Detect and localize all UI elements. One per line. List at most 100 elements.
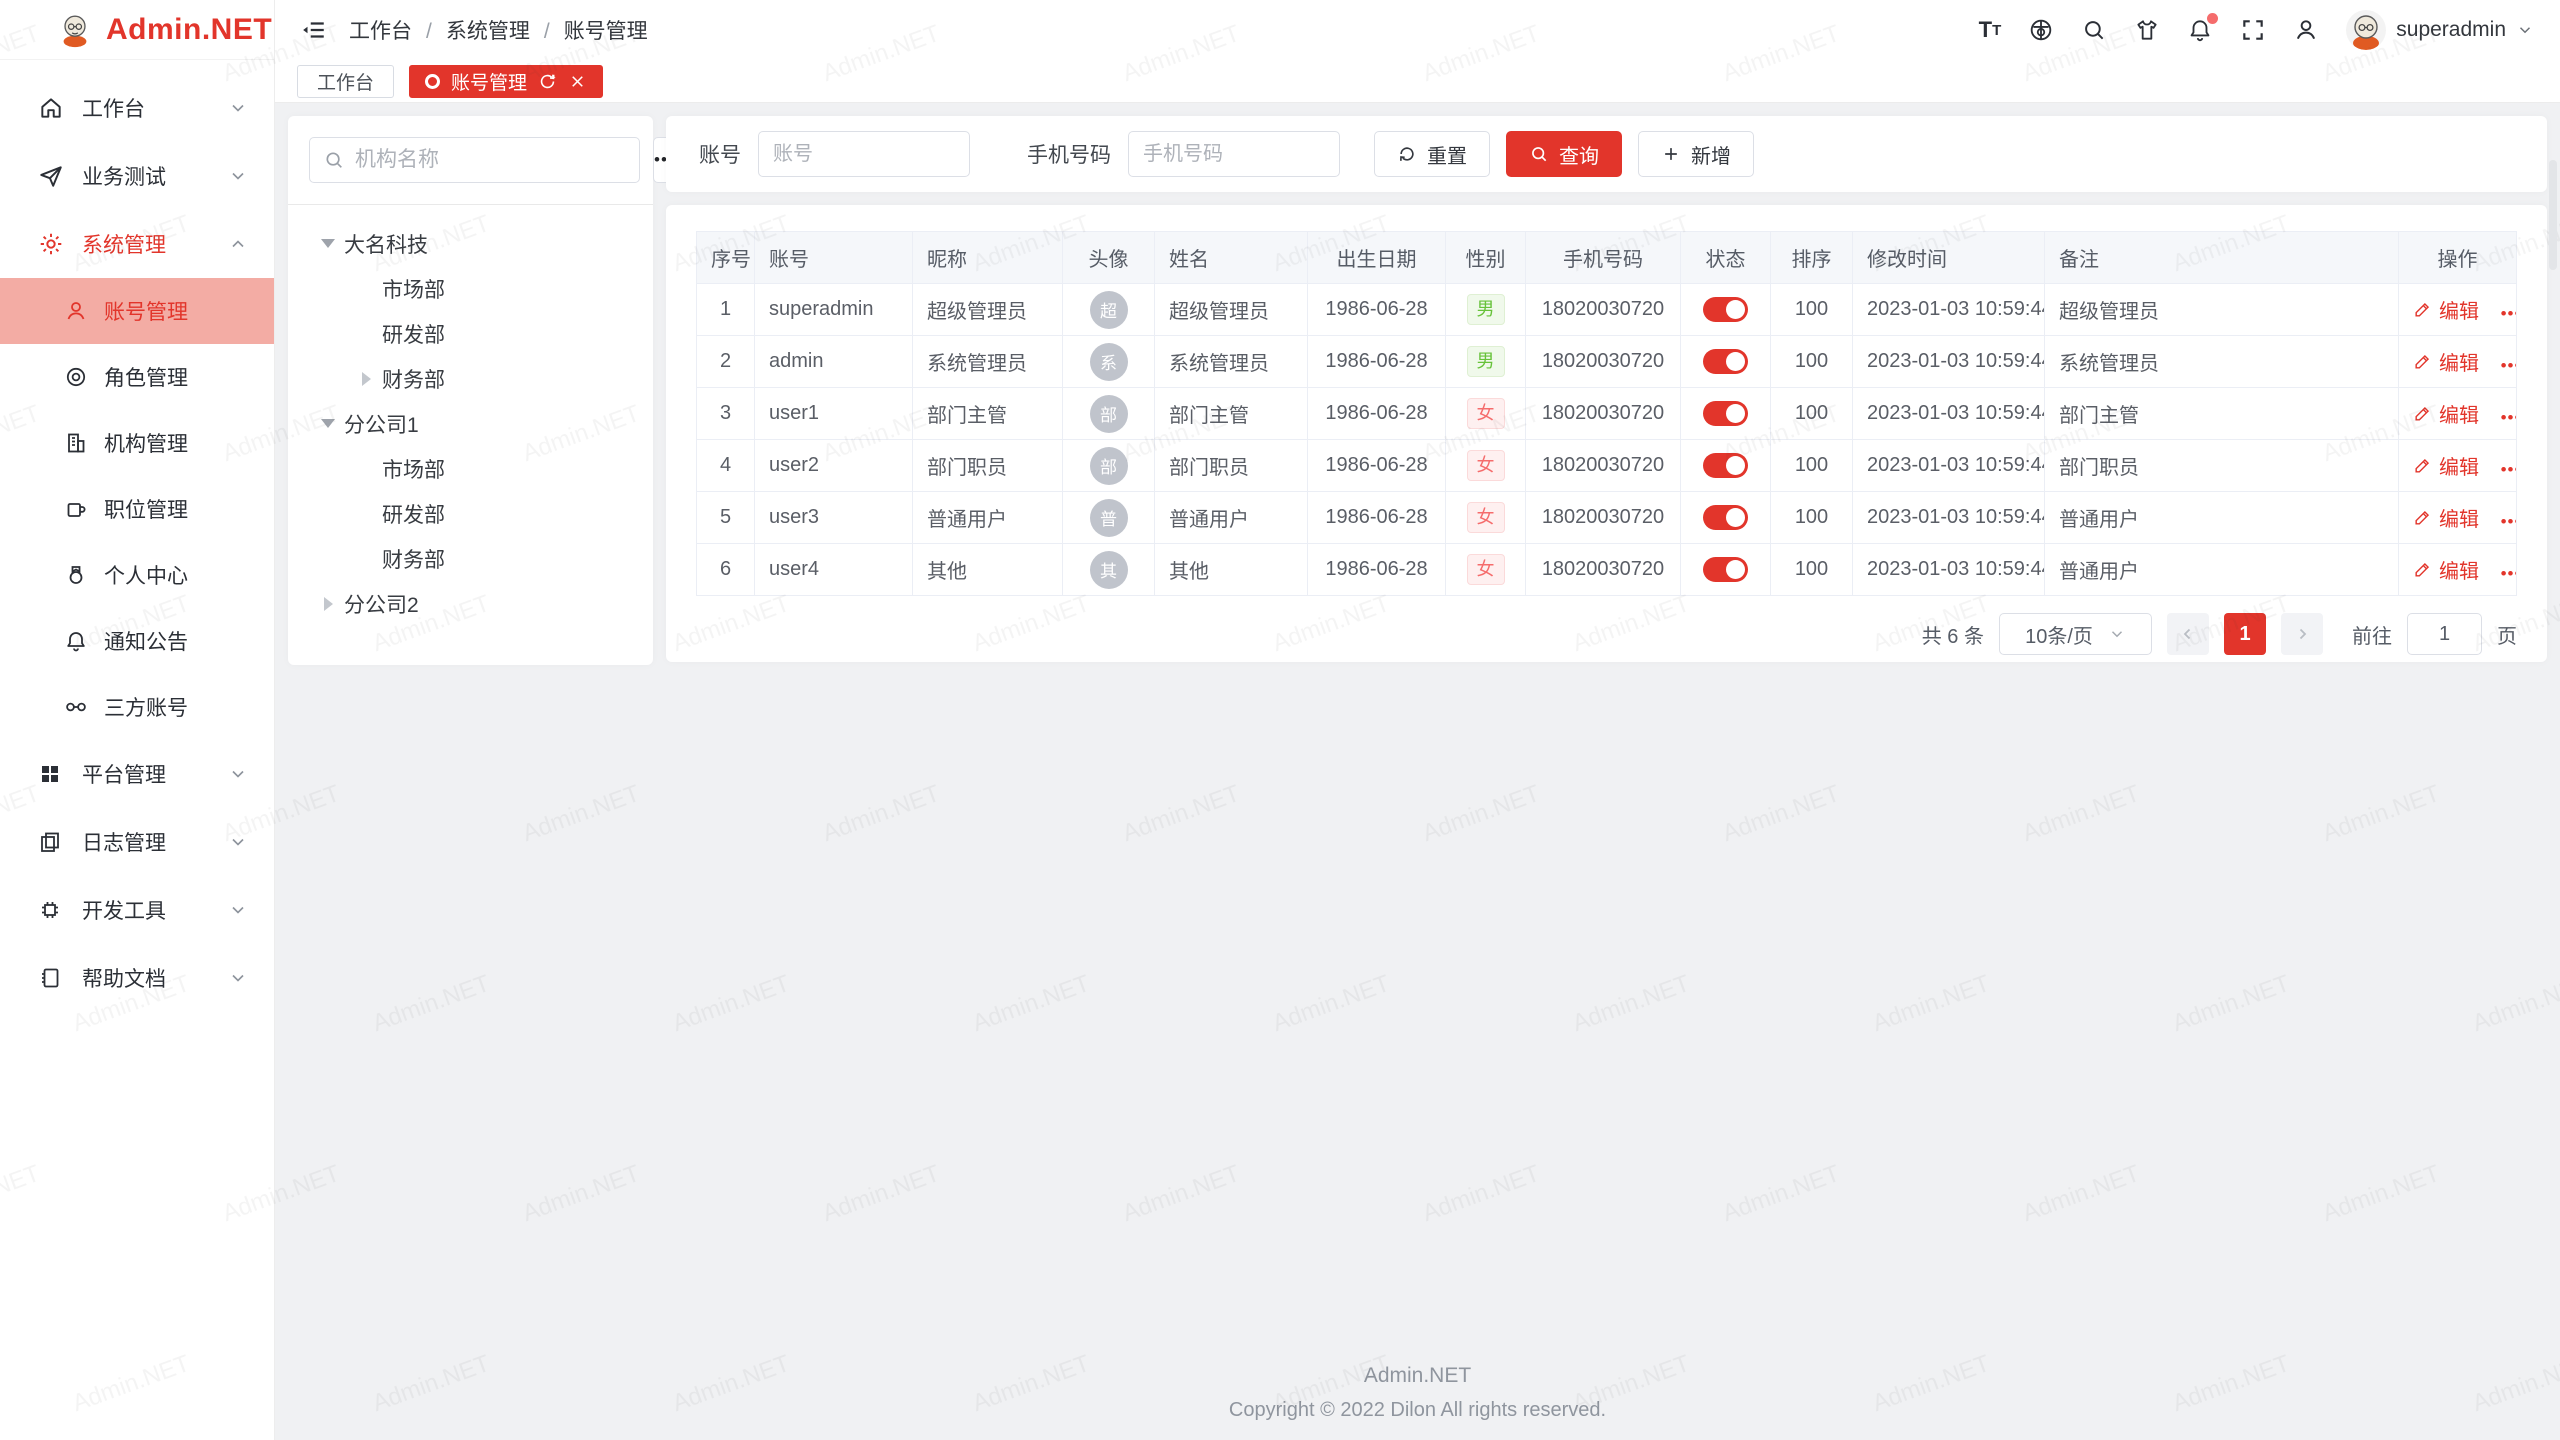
cell-order: 100 xyxy=(1771,388,1853,440)
row-more-button[interactable]: ••• xyxy=(2501,304,2517,323)
edit-button[interactable]: 编辑 xyxy=(2413,295,2479,324)
edit-button[interactable]: 编辑 xyxy=(2413,503,2479,532)
column-header[interactable]: 性别 xyxy=(1446,232,1526,284)
tree-caret-icon[interactable] xyxy=(312,597,344,611)
breadcrumb-item[interactable]: 工作台 xyxy=(349,15,412,45)
sidebar-item-system[interactable]: 系统管理 xyxy=(0,210,274,278)
status-toggle[interactable] xyxy=(1703,349,1748,374)
column-header[interactable]: 手机号码 xyxy=(1526,232,1681,284)
query-button[interactable]: 查询 xyxy=(1506,131,1622,177)
tree-node[interactable]: 大名科技 xyxy=(298,221,643,266)
column-header[interactable]: 状态 xyxy=(1681,232,1771,284)
sidebar-item-profile-center[interactable]: 个人中心 xyxy=(0,542,274,608)
sidebar-item-devtools[interactable]: 开发工具 xyxy=(0,876,274,944)
column-header[interactable]: 昵称 xyxy=(913,232,1063,284)
edit-button[interactable]: 编辑 xyxy=(2413,451,2479,480)
sidebar-item-thirdparty[interactable]: 三方账号 xyxy=(0,674,274,740)
next-page-button[interactable] xyxy=(2281,613,2323,655)
column-header[interactable]: 修改时间 xyxy=(1853,232,2045,284)
status-toggle[interactable] xyxy=(1703,505,1748,530)
row-more-button[interactable]: ••• xyxy=(2501,564,2517,583)
tree-node[interactable]: 市场部 xyxy=(298,446,643,491)
row-more-button[interactable]: ••• xyxy=(2501,356,2517,375)
column-header[interactable]: 序号 xyxy=(697,232,755,284)
table-row[interactable]: 6 user4 其他 其 其他 1986-06-28 女 18020030720 xyxy=(697,544,2517,596)
language-icon[interactable] xyxy=(2028,17,2054,43)
sidebar-item-notices[interactable]: 通知公告 xyxy=(0,608,274,674)
sidebar-item-help-docs[interactable]: 帮助文档 xyxy=(0,944,274,1012)
sidebar-item-business-test[interactable]: 业务测试 xyxy=(0,142,274,210)
tab-refresh-icon[interactable] xyxy=(538,72,557,91)
tree-caret-icon[interactable] xyxy=(312,232,344,255)
tree-node[interactable]: 研发部 xyxy=(298,311,643,356)
status-toggle[interactable] xyxy=(1703,453,1748,478)
tree-node[interactable]: 分公司1 xyxy=(298,401,643,446)
table-row[interactable]: 3 user1 部门主管 部 部门主管 1986-06-28 女 1802003… xyxy=(697,388,2517,440)
tree-node[interactable]: 研发部 xyxy=(298,491,643,536)
tab-close-icon[interactable] xyxy=(568,72,587,91)
profile-icon[interactable] xyxy=(2293,17,2319,43)
tree-node[interactable]: 财务部 xyxy=(298,536,643,581)
column-header[interactable]: 头像 xyxy=(1063,232,1155,284)
table-row[interactable]: 5 user3 普通用户 普 普通用户 1986-06-28 女 1802003… xyxy=(697,492,2517,544)
row-more-button[interactable]: ••• xyxy=(2501,408,2517,427)
column-header[interactable]: 出生日期 xyxy=(1308,232,1446,284)
page-number-current[interactable]: 1 xyxy=(2224,613,2266,655)
cell-actions: 编辑 ••• xyxy=(2399,336,2517,388)
table-row[interactable]: 2 admin 系统管理员 系 系统管理员 1986-06-28 男 18020… xyxy=(697,336,2517,388)
sidebar-item-orgs[interactable]: 机构管理 xyxy=(0,410,274,476)
sidebar-item-workbench[interactable]: 工作台 xyxy=(0,74,274,142)
goto-page-input[interactable] xyxy=(2407,613,2482,655)
font-size-icon[interactable]: TT xyxy=(1979,19,2002,41)
status-toggle[interactable] xyxy=(1703,401,1748,426)
tab-accounts-active[interactable]: 账号管理 xyxy=(409,65,603,98)
notification-bell-icon[interactable] xyxy=(2187,17,2213,43)
user-menu[interactable]: superadmin xyxy=(2346,10,2534,50)
prev-page-button[interactable] xyxy=(2167,613,2209,655)
status-toggle[interactable] xyxy=(1703,297,1748,322)
account-input[interactable] xyxy=(758,131,970,177)
sidebar-item-roles[interactable]: 角色管理 xyxy=(0,344,274,410)
edit-button[interactable]: 编辑 xyxy=(2413,347,2479,376)
column-header[interactable]: 姓名 xyxy=(1155,232,1308,284)
page-size-select[interactable]: 10条/页 xyxy=(1999,613,2152,655)
add-button[interactable]: 新增 xyxy=(1638,131,1754,177)
fullscreen-icon[interactable] xyxy=(2240,17,2266,43)
table-row[interactable]: 4 user2 部门职员 部 部门职员 1986-06-28 女 1802003… xyxy=(697,440,2517,492)
tree-node[interactable]: 市场部 xyxy=(298,266,643,311)
search-icon[interactable] xyxy=(2081,17,2107,43)
sidebar-item-logs[interactable]: 日志管理 xyxy=(0,808,274,876)
column-header[interactable]: 排序 xyxy=(1771,232,1853,284)
tab-workbench[interactable]: 工作台 xyxy=(297,65,394,98)
breadcrumb-item[interactable]: 账号管理 xyxy=(530,15,648,45)
tree-node[interactable]: 财务部 xyxy=(298,356,643,401)
column-header[interactable]: 备注 xyxy=(2045,232,2399,284)
reset-button[interactable]: 重置 xyxy=(1374,131,1490,177)
row-more-button[interactable]: ••• xyxy=(2501,460,2517,479)
gender-badge: 男 xyxy=(1467,346,1505,378)
theme-shirt-icon[interactable] xyxy=(2134,17,2160,43)
app-logo[interactable]: Admin.NET xyxy=(0,0,274,60)
breadcrumb-item[interactable]: 系统管理 xyxy=(412,15,530,45)
chevron-left-icon xyxy=(2179,625,2197,643)
edit-label: 编辑 xyxy=(2439,399,2479,428)
org-search-input[interactable] xyxy=(355,148,626,172)
edit-button[interactable]: 编辑 xyxy=(2413,399,2479,428)
row-more-button[interactable]: ••• xyxy=(2501,512,2517,531)
column-header[interactable]: 操作 xyxy=(2399,232,2517,284)
edit-button[interactable]: 编辑 xyxy=(2413,555,2479,584)
page-scrollbar[interactable] xyxy=(2549,160,2557,270)
cell-birthday: 1986-06-28 xyxy=(1308,336,1446,388)
collapse-menu-icon[interactable] xyxy=(301,17,327,43)
tree-caret-icon[interactable] xyxy=(312,412,344,435)
table-row[interactable]: 1 superadmin 超级管理员 超 超级管理员 1986-06-28 男 … xyxy=(697,284,2517,336)
tree-caret-icon[interactable] xyxy=(350,372,382,386)
sidebar: Admin.NET 工作台 业务测试 xyxy=(0,0,275,1440)
status-toggle[interactable] xyxy=(1703,557,1748,582)
tree-node[interactable]: 分公司2 xyxy=(298,581,643,626)
phone-input[interactable] xyxy=(1128,131,1340,177)
sidebar-item-accounts[interactable]: 账号管理 xyxy=(0,278,274,344)
column-header[interactable]: 账号 xyxy=(755,232,913,284)
sidebar-item-platform[interactable]: 平台管理 xyxy=(0,740,274,808)
sidebar-item-positions[interactable]: 职位管理 xyxy=(0,476,274,542)
